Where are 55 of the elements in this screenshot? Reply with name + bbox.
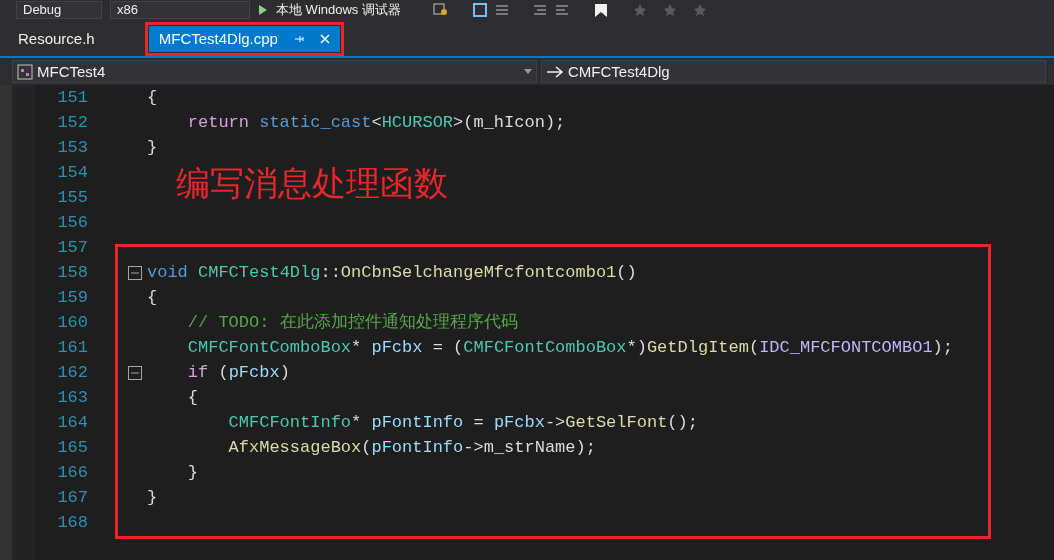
annotation-text: 编写消息处理函数 xyxy=(176,163,448,203)
line-number: 155 xyxy=(56,187,88,209)
code-line: } xyxy=(146,487,158,509)
arrow-icon xyxy=(546,64,564,79)
configuration-dropdown[interactable]: Debug xyxy=(16,1,102,19)
line-number: 152 xyxy=(56,112,88,134)
play-icon[interactable] xyxy=(258,4,268,16)
line-number: 154 xyxy=(56,162,88,184)
line-number: 160 xyxy=(56,312,88,334)
line-number: 156 xyxy=(56,212,88,234)
code-line: return static_cast<HCURSOR>(m_hIcon); xyxy=(186,112,566,134)
class-dropdown[interactable]: CMFCTest4Dlg xyxy=(541,60,1046,83)
platform-dropdown[interactable]: x86 xyxy=(110,1,250,19)
code-line: // TODO: 在此添加控件通知处理程序代码 xyxy=(186,311,518,334)
line-number: 166 xyxy=(56,462,88,484)
code-line: { xyxy=(186,387,198,409)
code-line: if (pFcbx) xyxy=(186,362,290,384)
code-line: { xyxy=(146,87,158,109)
code-line: { xyxy=(146,287,158,309)
line-number: 159 xyxy=(56,287,88,309)
line-number: 158 xyxy=(56,262,88,284)
line-number: 165 xyxy=(56,437,88,459)
bookmark-icon[interactable] xyxy=(592,2,609,18)
toolbar-icon[interactable] xyxy=(494,3,509,17)
star-icon[interactable] xyxy=(632,3,647,17)
collapse-icon[interactable] xyxy=(128,366,142,380)
code-line: } xyxy=(186,462,198,484)
align-icon[interactable] xyxy=(554,3,569,17)
close-icon[interactable] xyxy=(319,34,330,44)
line-number: 163 xyxy=(56,387,88,409)
code-line: AfxMessageBox(pFontInfo->m_strName); xyxy=(227,437,596,459)
project-icon xyxy=(17,63,33,80)
line-number: 153 xyxy=(56,137,88,159)
toolbar-icon[interactable] xyxy=(472,3,487,17)
code-line: CMFCFontInfo* pFontInfo = pFcbx->GetSelFont(); xyxy=(227,412,698,434)
line-number: 162 xyxy=(56,362,88,384)
file-tab[interactable]: MFCTest4Dlg.cpp xyxy=(148,26,340,52)
collapse-icon[interactable] xyxy=(128,266,142,280)
code-line: CMFCFontComboBox* pFcbx = (CMFCFontComboBox*)GetDlgItem(IDC_MFCFONTCOMBO1); xyxy=(186,337,953,359)
star-icon[interactable] xyxy=(662,3,677,17)
line-number: 157 xyxy=(56,237,88,259)
star-icon[interactable] xyxy=(692,3,707,17)
line-number: 167 xyxy=(56,487,88,509)
code-line: void CMFCTest4Dlg::OnCbnSelchangeMfcfontcombo1() xyxy=(146,262,637,284)
caret-icon xyxy=(524,69,532,74)
run-button[interactable]: 本地 Windows 调试器 xyxy=(276,0,401,20)
line-number: 161 xyxy=(56,337,88,359)
project-dropdown[interactable]: MFCTest4 xyxy=(12,60,537,83)
align-icon[interactable] xyxy=(532,3,547,17)
line-number: 151 xyxy=(56,87,88,109)
pin-icon[interactable] xyxy=(293,34,304,44)
line-number: 164 xyxy=(56,412,88,434)
file-tab[interactable]: Resource.h xyxy=(8,26,105,52)
code-line: } xyxy=(146,137,158,159)
line-number: 168 xyxy=(56,512,88,534)
